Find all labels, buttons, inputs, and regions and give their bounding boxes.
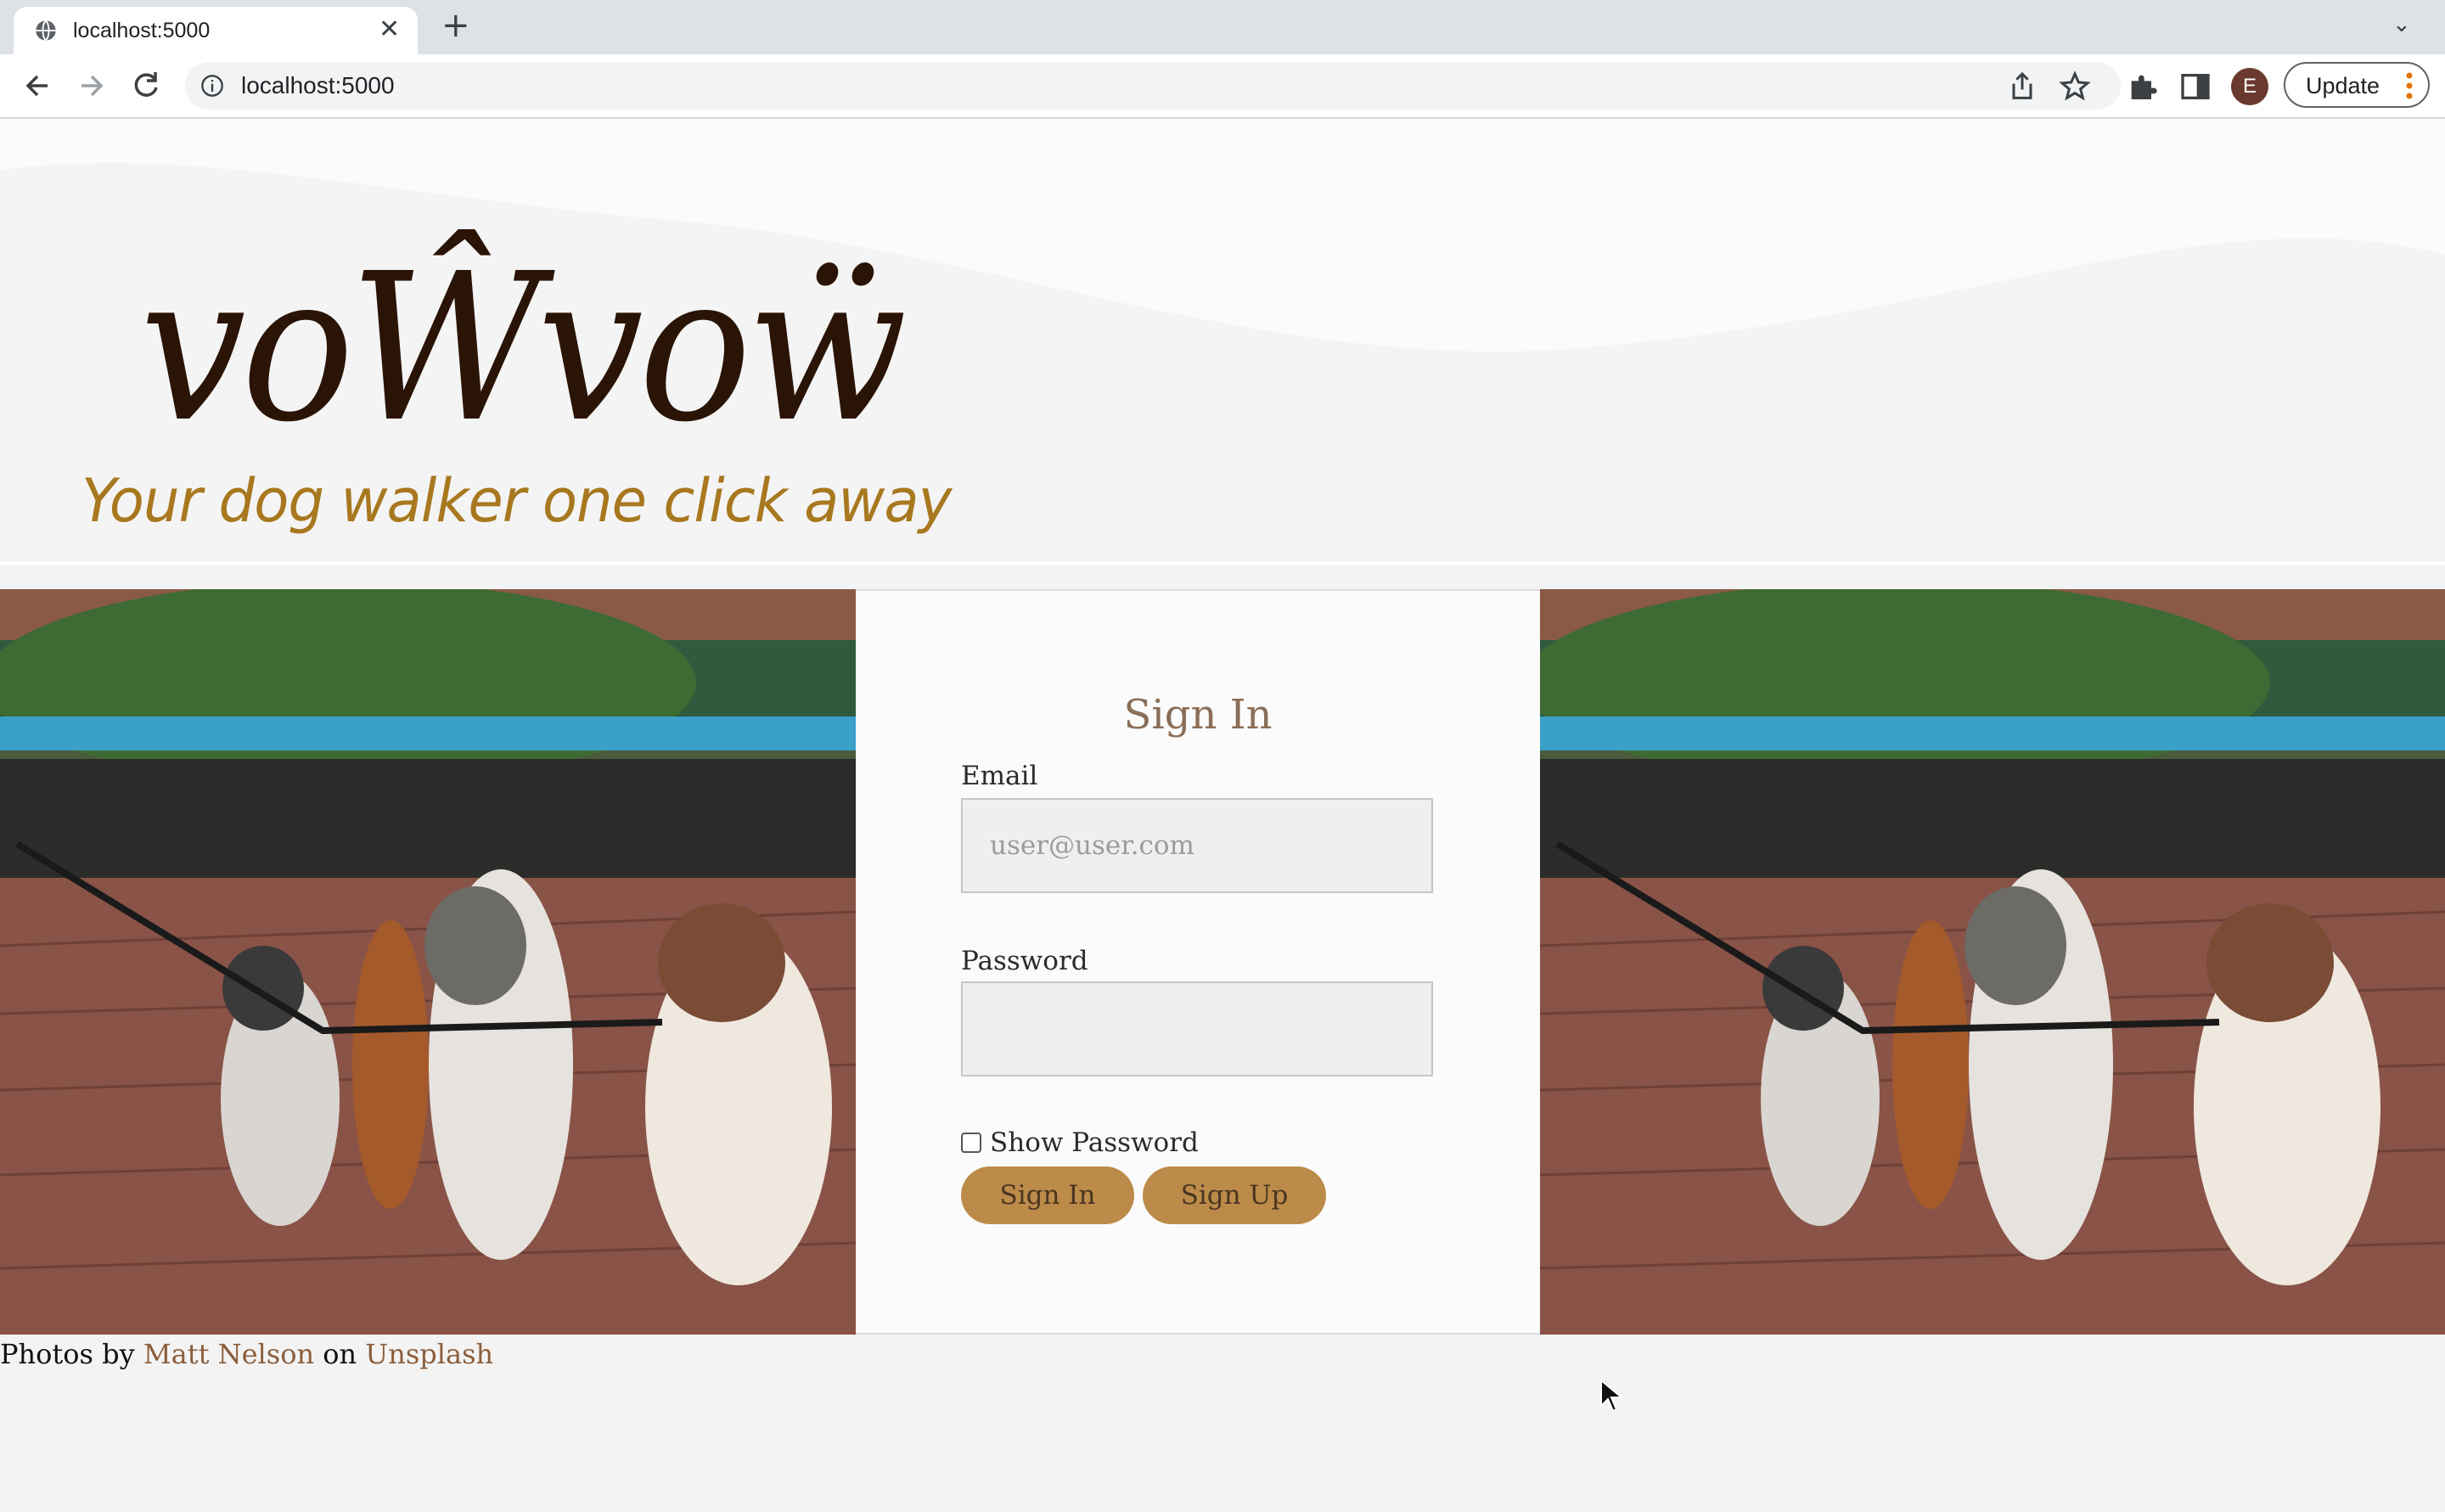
header-divider xyxy=(0,562,2445,565)
credits-prefix: Photos by xyxy=(0,1338,135,1370)
kebab-menu-icon xyxy=(2406,72,2413,99)
password-label: Password xyxy=(961,946,1088,976)
arrow-right-icon[interactable] xyxy=(71,65,112,106)
email-label: Email xyxy=(961,761,1038,791)
address-bar[interactable]: localhost:5000 xyxy=(185,62,2121,110)
tagline: Your dog walker one click away xyxy=(82,466,952,536)
dogs-photo-right xyxy=(1540,589,2445,1335)
globe-icon xyxy=(36,20,56,42)
unsplash-link[interactable]: Unsplash xyxy=(365,1338,493,1370)
dogs-photo-left xyxy=(0,589,856,1335)
credits-middle: on xyxy=(323,1338,357,1370)
password-field[interactable] xyxy=(961,981,1433,1076)
hero-header: voŴvoẅ Your dog walker one click away xyxy=(0,119,2445,562)
reload-icon[interactable] xyxy=(126,65,166,106)
mouse-cursor-icon xyxy=(1600,1379,1624,1413)
show-password-checkbox[interactable] xyxy=(961,1133,981,1153)
email-field-box[interactable]: user@user.com xyxy=(961,798,1433,893)
author-link[interactable]: Matt Nelson xyxy=(143,1338,314,1370)
browser-tab[interactable]: localhost:5000 ✕ xyxy=(14,7,418,54)
browser-tab-strip: localhost:5000 ✕ + ⌄ xyxy=(0,0,2445,54)
avatar[interactable]: E xyxy=(2231,68,2268,105)
chevron-down-icon[interactable]: ⌄ xyxy=(2392,12,2411,37)
update-label: Update xyxy=(2306,73,2380,98)
tab-title: localhost:5000 xyxy=(73,19,211,42)
photo-credits: Photos by Matt Nelson on Unsplash xyxy=(0,1335,493,1374)
logo-wordmark: voŴvoẅ xyxy=(140,229,908,467)
update-button[interactable]: Update xyxy=(2284,62,2430,108)
signin-panel: Sign In Email user@user.com Password Sho… xyxy=(856,589,1540,1335)
signin-title: Sign In xyxy=(1123,691,1273,739)
plus-icon[interactable]: + xyxy=(441,8,470,42)
show-password-label[interactable]: Show Password xyxy=(990,1127,1199,1158)
email-placeholder: user@user.com xyxy=(990,830,1194,861)
puzzle-icon[interactable] xyxy=(2126,70,2160,104)
star-icon[interactable] xyxy=(2058,70,2092,104)
close-icon[interactable]: ✕ xyxy=(379,17,400,42)
page-content: voŴvoẅ Your dog walker one click away Si… xyxy=(0,119,2445,1512)
share-icon[interactable] xyxy=(2005,70,2039,104)
info-icon[interactable] xyxy=(200,74,224,98)
arrow-left-icon[interactable] xyxy=(17,65,58,106)
side-panel-icon[interactable] xyxy=(2178,70,2212,104)
sign-in-button[interactable]: Sign In xyxy=(961,1166,1134,1224)
browser-toolbar: localhost:5000 E Update xyxy=(0,54,2445,119)
url-text: localhost:5000 xyxy=(241,72,395,98)
sign-up-button[interactable]: Sign Up xyxy=(1143,1166,1326,1224)
